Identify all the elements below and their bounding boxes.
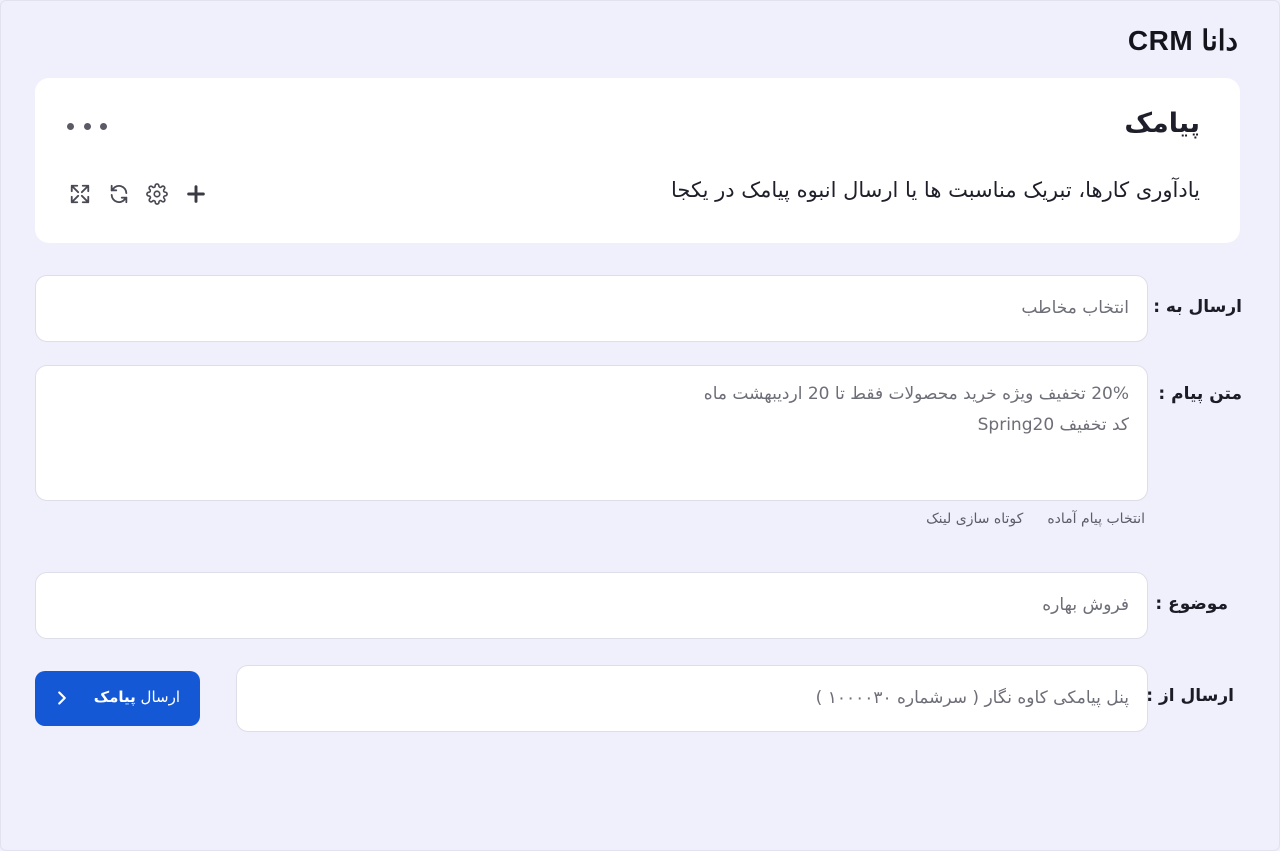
expand-icon[interactable]: [67, 181, 93, 207]
message-helper-links: انتخاب پیام آماده کوتاه سازی لینک: [926, 511, 1145, 527]
sender-value: پنل پیامکی کاوه نگار ( سرشماره ۱۰۰۰۰۳۰ ): [815, 688, 1129, 708]
chevron-right-icon: [58, 691, 66, 705]
send-button-bold: پیامک: [93, 688, 136, 706]
toolbar: [67, 181, 209, 207]
message-line-2: کد تخفیف Spring20: [977, 415, 1129, 435]
send-from-label: ارسال از :: [1146, 686, 1234, 706]
message-line-1: 20% تخفیف ویژه خرید محصولات فقط تا 20 ار…: [703, 384, 1129, 404]
subject-value: فروش بهاره: [1042, 595, 1129, 615]
app-logo: CRM دانا: [1127, 25, 1238, 56]
plus-icon[interactable]: [183, 181, 209, 207]
subject-label: موضوع :: [1155, 594, 1228, 614]
page-title: پیامک: [1124, 108, 1200, 139]
gear-icon[interactable]: [144, 181, 170, 207]
send-button-prefix: ارسال: [140, 688, 180, 706]
send-sms-button-label: ارسال پیامک: [94, 688, 180, 706]
page-header-card: پیامک یادآوری کارها، تبریک مناسبت ها یا …: [35, 78, 1240, 243]
refresh-icon[interactable]: [106, 181, 132, 207]
subject-input[interactable]: فروش بهاره: [35, 572, 1148, 639]
send-to-label: ارسال به :: [1153, 297, 1242, 317]
recipient-select[interactable]: انتخاب مخاطب: [35, 275, 1148, 342]
message-textarea[interactable]: 20% تخفیف ویژه خرید محصولات فقط تا 20 ار…: [35, 365, 1148, 501]
message-label: متن پیام :: [1158, 384, 1242, 404]
shorten-link-link[interactable]: کوتاه سازی لینک: [926, 511, 1023, 527]
ready-message-link[interactable]: انتخاب پیام آماده: [1047, 511, 1145, 527]
recipient-placeholder: انتخاب مخاطب: [1021, 298, 1129, 318]
send-sms-button[interactable]: ارسال پیامک: [35, 671, 200, 726]
sender-select[interactable]: پنل پیامکی کاوه نگار ( سرشماره ۱۰۰۰۰۳۰ ): [236, 665, 1148, 732]
more-icon[interactable]: [67, 116, 107, 136]
page-subtitle: یادآوری کارها، تبریک مناسبت ها یا ارسال …: [671, 178, 1200, 202]
